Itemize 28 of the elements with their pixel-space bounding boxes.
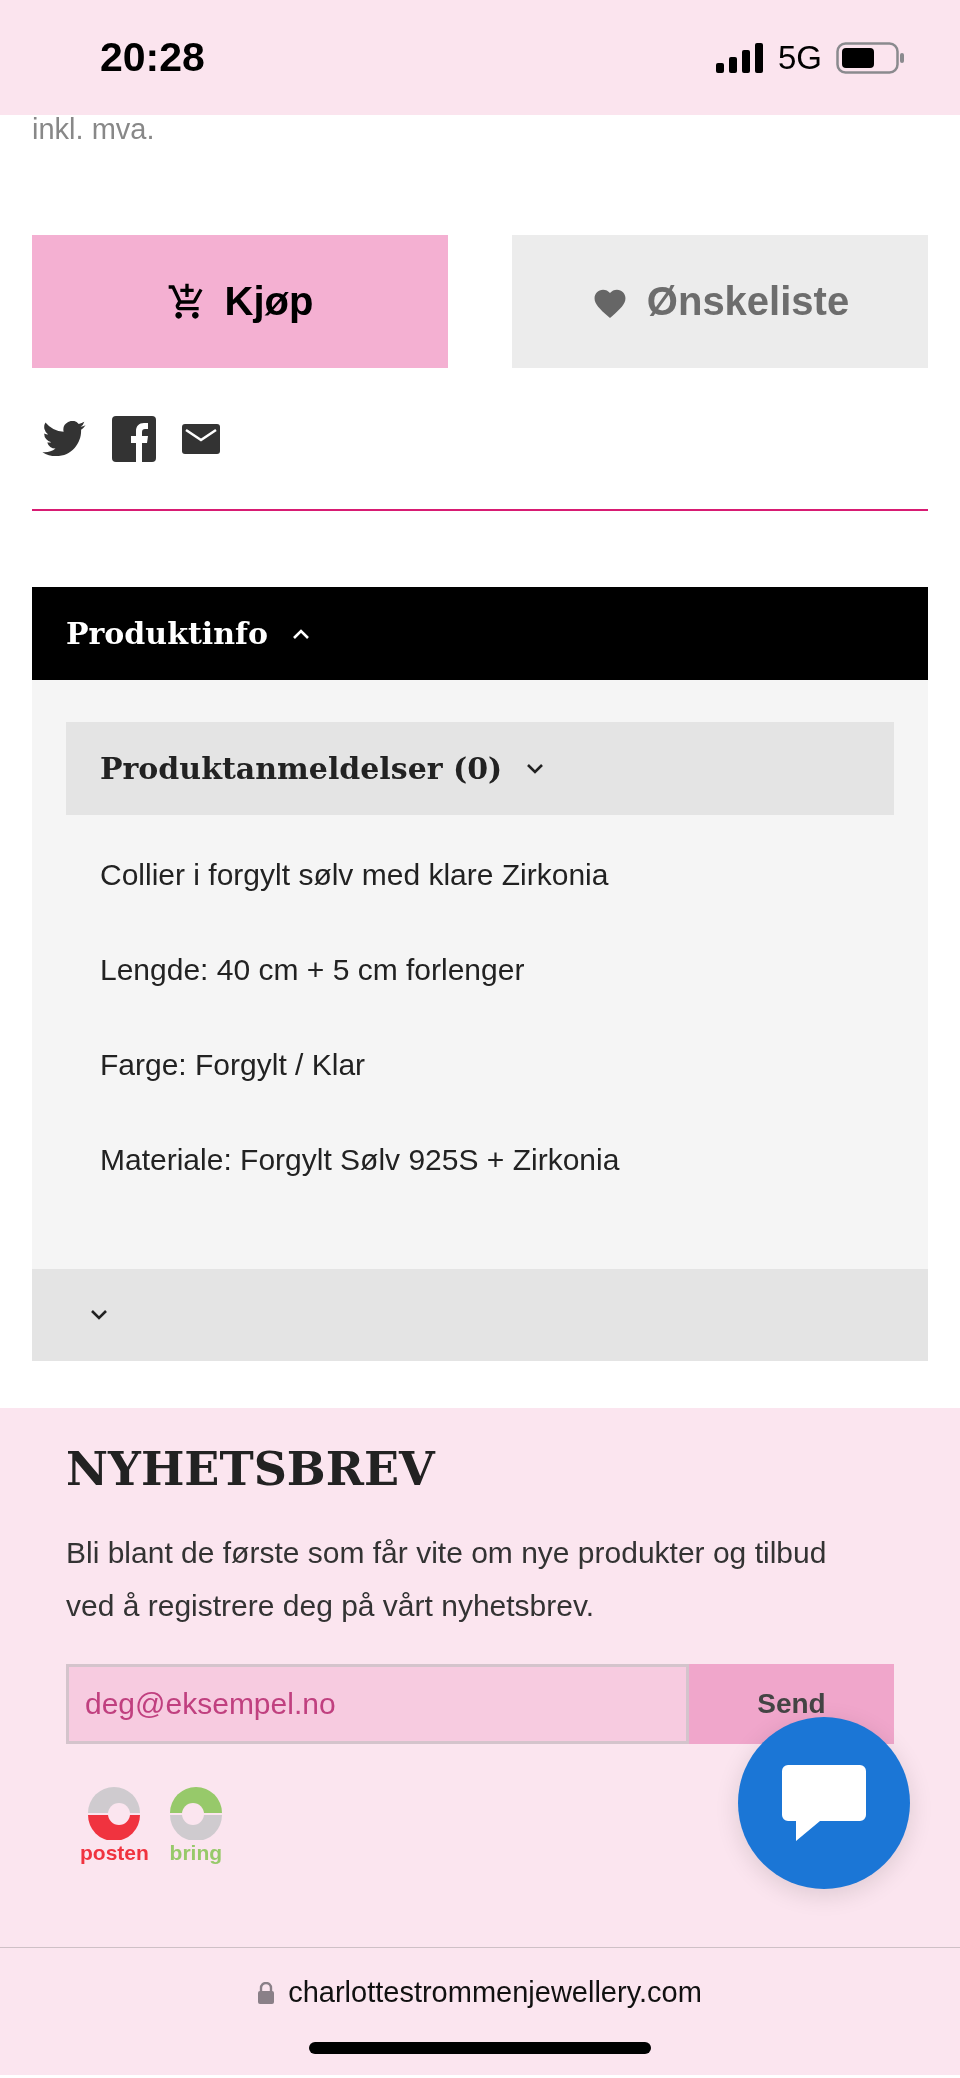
product-detail-text: Farge: Forgylt / Klar <box>99 1047 367 1083</box>
lock-icon <box>258 1981 275 2004</box>
accordion-subheader[interactable]: Produktanmeldelser (0) <box>66 722 894 815</box>
product-detail-text: Lengde: 40 cm + 5 cm forlenger <box>99 952 526 988</box>
price-note: inkl. mva. <box>32 112 156 147</box>
product-detail-text: Collier i forgylt sølv med klare Zirkonia <box>99 857 610 893</box>
battery-icon <box>836 41 906 74</box>
buy-button[interactable]: Kjøp <box>32 235 448 368</box>
bird-icon[interactable] <box>42 420 86 457</box>
chevron-icon <box>90 1309 108 1321</box>
newsletter-heading: NYHETSBREV <box>66 1441 435 1498</box>
speech-bubble-icon <box>782 1765 866 1841</box>
accordion-toggle[interactable] <box>32 1269 928 1361</box>
clock-time: 20:28 <box>100 34 205 81</box>
logo-label: posten <box>80 1842 149 1864</box>
chevron-icon <box>291 627 310 640</box>
network-label: 5G <box>777 38 822 77</box>
chevron-icon <box>526 762 545 775</box>
logo-label: bring <box>169 1842 223 1864</box>
newsletter-text: Bli blant de første som får vite om nye produkter og tilbud ved å registrere deg på vårt nyhetsbrev. <box>66 1535 828 1624</box>
wishlist-button[interactable]: Ønskeliste <box>512 235 928 368</box>
email-field[interactable]: deg@eksempel.no <box>66 1664 689 1744</box>
signal-icon <box>715 42 764 73</box>
envelope-icon[interactable] <box>182 423 220 454</box>
url-text[interactable]: charlottestrommenjewellery.com <box>288 1976 702 2009</box>
facebook-icon[interactable] <box>112 415 156 462</box>
product-detail-text: Materiale: Forgylt Sølv 925S + Zirkonia <box>99 1142 621 1178</box>
accordion-header[interactable]: Produktinfo <box>32 587 928 680</box>
